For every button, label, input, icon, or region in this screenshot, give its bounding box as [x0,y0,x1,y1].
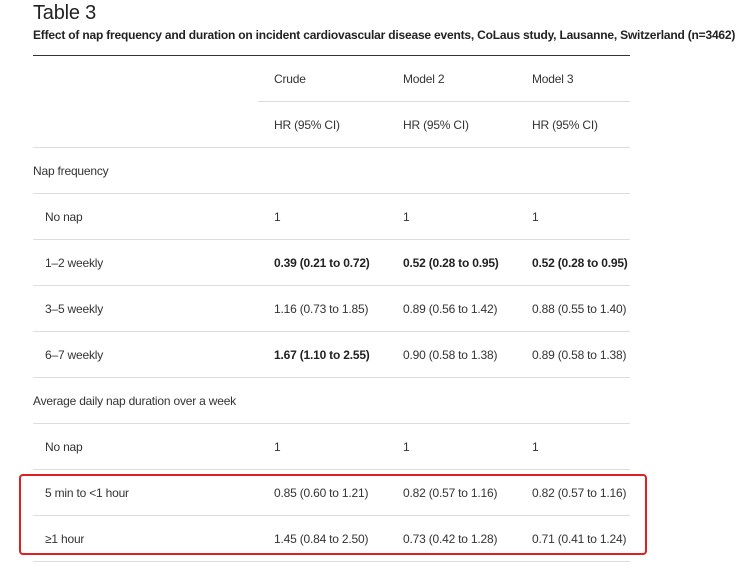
row-label: 5 min to <1 hour [45,486,129,500]
row-label: No nap [45,210,83,224]
table-cell: 0.39 (0.21 to 0.72) [274,256,370,270]
table-cell: 1.67 (1.10 to 2.55) [274,348,370,362]
section-label: Average daily nap duration over a week [33,394,236,408]
column-metric-model-3: HR (95% CI) [532,118,598,132]
row-label: 3–5 weekly [45,302,104,316]
table-cell: 0.52 (0.28 to 0.95) [403,256,499,270]
table-cell: 0.89 (0.56 to 1.42) [403,302,498,316]
table-row: 1–2 weekly 0.39 (0.21 to 0.72) 0.52 (0.28 … [0,240,742,286]
section-row: Nap frequency [0,148,742,194]
table-cell: 1.16 (0.73 to 1.85) [274,302,369,316]
table-cell: 0.85 (0.60 to 1.21) [274,486,369,500]
data-table: Crude Model 2 Model 3 HR (95% CI) HR (95… [0,0,742,566]
row-label: 1–2 weekly [45,256,104,270]
table-row: No nap 1 1 1 [0,194,742,240]
header-row-models: Crude Model 2 Model 3 [0,56,742,102]
table-cell: 0.71 (0.41 to 1.24) [532,532,627,546]
table-cell: 0.89 (0.58 to 1.38) [532,348,627,362]
table-row: ≥1 hour 1.45 (0.84 to 2.50) 0.73 (0.42 to … [0,516,742,562]
row-divider [33,561,630,562]
row-label: ≥1 hour [45,532,85,546]
section-row: Average daily nap duration over a week [0,378,742,424]
table-cell: 0.52 (0.28 to 0.95) [532,256,628,270]
table-cell: 0.90 (0.58 to 1.38) [403,348,498,362]
table-row: 6–7 weekly 1.67 (1.10 to 2.55) 0.90 (0.58 … [0,332,742,378]
column-header-crude: Crude [274,72,306,86]
column-header-model-3: Model 3 [532,72,574,86]
table-cell: 0.73 (0.42 to 1.28) [403,532,498,546]
section-label: Nap frequency [33,164,109,178]
table-cell: 1 [274,440,281,454]
table-cell: 0.82 (0.57 to 1.16) [532,486,627,500]
table-page: Table 3 Effect of nap frequency and dura… [0,0,742,566]
column-metric-model-2: HR (95% CI) [403,118,469,132]
table-cell: 0.82 (0.57 to 1.16) [403,486,498,500]
header-row-metric: HR (95% CI) HR (95% CI) HR (95% CI) [0,102,742,148]
table-cell: 1 [532,210,539,224]
table-row: No nap 1 1 1 [0,424,742,470]
table-row: 3–5 weekly 1.16 (0.73 to 1.85) 0.89 (0.56 … [0,286,742,332]
column-header-model-2: Model 2 [403,72,445,86]
table-cell: 0.88 (0.55 to 1.40) [532,302,627,316]
table-cell: 1 [403,210,410,224]
table-cell: 1 [532,440,539,454]
row-label: 6–7 weekly [45,348,104,362]
table-cell: 1.45 (0.84 to 2.50) [274,532,369,546]
table-cell: 1 [403,440,410,454]
row-label: No nap [45,440,83,454]
table-row: 5 min to <1 hour 0.85 (0.60 to 1.21) 0.82 … [0,470,742,516]
column-metric-crude: HR (95% CI) [274,118,340,132]
table-cell: 1 [274,210,281,224]
